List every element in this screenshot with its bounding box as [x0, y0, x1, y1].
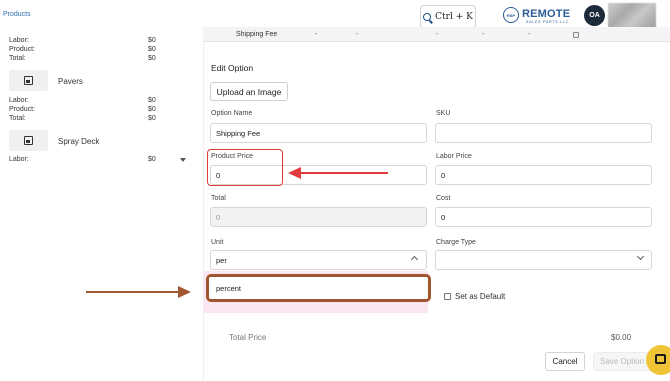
option-name-label: Option Name — [211, 110, 253, 117]
total-input: 0 — [210, 207, 427, 227]
company-logo-text: REMOTE — [522, 8, 571, 20]
table-cell: - — [436, 31, 439, 38]
highlight-product-price — [207, 149, 283, 186]
save-option-button[interactable]: Save Option — [593, 352, 653, 371]
company-logo-badge: RSP — [503, 7, 519, 23]
upload-image-button[interactable]: Upload an Image — [210, 82, 288, 101]
expand-caret-icon[interactable] — [180, 158, 186, 162]
cancel-button[interactable]: Cancel — [545, 352, 585, 371]
sku-label: SKU — [436, 110, 451, 117]
option-name-input[interactable]: Shipping Fee — [210, 123, 427, 143]
table-cell: - — [315, 31, 318, 38]
product-list-panel: Labor: $0 Product: $0 Total: $0 Pavers L… — [0, 34, 190, 381]
summary-value: $0 — [148, 156, 156, 163]
summary-label: Labor: — [9, 37, 29, 44]
search-icon — [423, 13, 432, 21]
option-row-name: Shipping Fee — [236, 31, 278, 38]
set-default-label[interactable]: Set as Default — [455, 292, 505, 301]
summary-label: Product: — [9, 46, 36, 53]
total-label: Total — [211, 195, 226, 202]
summary-label: Total: — [9, 115, 26, 122]
summary-value: $0 — [148, 55, 156, 62]
table-row: Shipping Fee - - - - - — [203, 27, 670, 42]
unit-option-percent[interactable]: percent — [216, 284, 241, 293]
image-icon — [24, 76, 33, 85]
total-price-label: Total Price — [229, 333, 267, 342]
product-name-pavers[interactable]: Pavers — [58, 77, 83, 86]
table-cell: - — [482, 31, 485, 38]
sku-input[interactable] — [435, 123, 652, 143]
charge-type-select[interactable] — [435, 250, 652, 270]
unit-select[interactable]: per — [210, 250, 427, 270]
summary-label: Labor: — [9, 97, 29, 104]
avatar[interactable]: OA — [584, 5, 605, 26]
summary-label: Labor: — [9, 156, 29, 163]
chat-icon — [655, 354, 666, 364]
row-checkbox[interactable] — [573, 32, 579, 38]
shortcut-label: Ctrl + K — [435, 12, 473, 22]
unit-label: Unit — [211, 239, 224, 246]
breadcrumb[interactable]: Products — [3, 11, 31, 18]
summary-value: $0 — [148, 97, 156, 104]
section-title: Edit Option — [211, 63, 254, 73]
labor-price-label: Labor Price — [436, 153, 472, 160]
command-search-button[interactable]: Ctrl + K — [420, 5, 476, 29]
cost-input[interactable]: 0 — [435, 207, 652, 227]
charge-type-label: Charge Type — [436, 239, 476, 246]
pavers-thumbnail[interactable] — [9, 70, 48, 91]
red-arrow-annotation — [288, 167, 388, 179]
set-default-checkbox[interactable] — [444, 293, 451, 300]
image-icon — [24, 136, 33, 145]
summary-value: $0 — [148, 37, 156, 44]
summary-value: $0 — [148, 46, 156, 53]
summary-label: Product: — [9, 106, 36, 113]
summary-value: $0 — [148, 115, 156, 122]
brown-arrow-annotation — [86, 286, 191, 298]
table-cell: - — [356, 31, 359, 38]
total-price-value: $0.00 — [611, 333, 632, 342]
cost-label: Cost — [436, 195, 451, 202]
spray-deck-thumbnail[interactable] — [9, 130, 48, 151]
product-name-spray-deck[interactable]: Spray Deck — [58, 137, 99, 146]
summary-label: Total: — [9, 55, 26, 62]
chat-launcher-button[interactable] — [646, 345, 670, 375]
table-cell: - — [528, 31, 531, 38]
company-logo-subtitle: SALES PARTS LLC — [526, 20, 569, 24]
summary-value: $0 — [148, 106, 156, 113]
redacted-user-name — [608, 3, 656, 28]
labor-price-input[interactable]: 0 — [435, 165, 652, 185]
